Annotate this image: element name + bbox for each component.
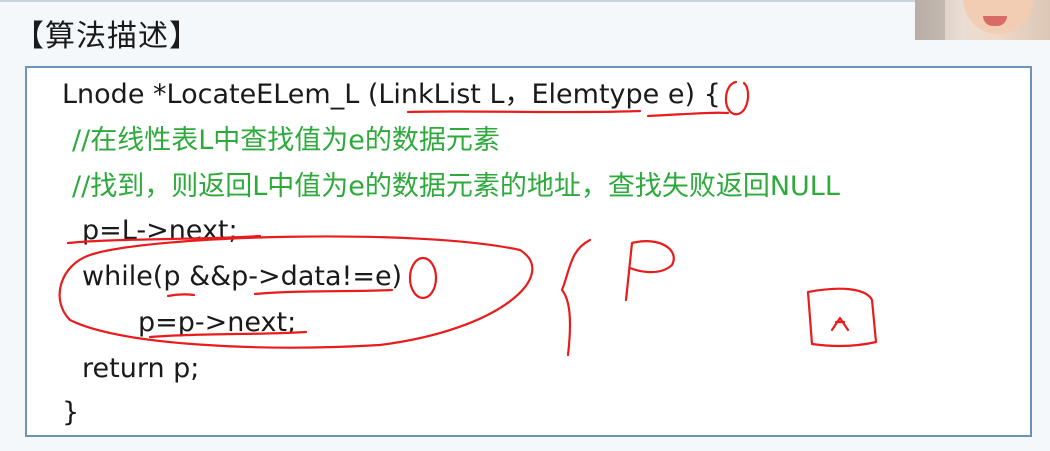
code-line-signature: Lnode *LocateELem_L (LinkList L，Elemtype…: [62, 79, 721, 110]
webcam-overlay: [915, 0, 1050, 40]
code-line-close-brace: }: [62, 397, 80, 428]
code-comment-1: //在线性表L中查找值为e的数据元素: [72, 125, 500, 156]
section-title: 【算法描述】: [14, 19, 200, 54]
top-divider: [0, 0, 1050, 2]
code-line-while: while(p &&p->data!=e): [82, 261, 403, 292]
code-line-return: return p;: [82, 353, 200, 384]
code-block: Lnode *LocateELem_L (LinkList L，Elemtype…: [25, 66, 1032, 437]
code-line-assign: p=L->next;: [82, 215, 238, 246]
webcam-hair: [915, 0, 945, 40]
code-comment-2: //找到，则返回L中值为e的数据元素的地址，查找失败返回NULL: [72, 171, 840, 202]
code-line-advance: p=p->next;: [138, 307, 297, 338]
